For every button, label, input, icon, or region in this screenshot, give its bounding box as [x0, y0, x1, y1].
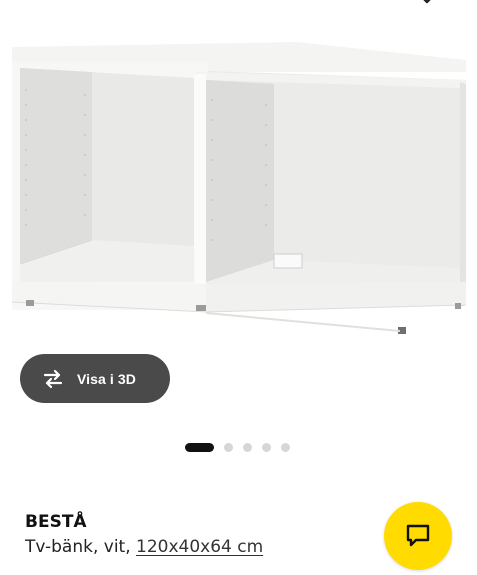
- carousel-dot[interactable]: [243, 442, 252, 452]
- carousel-dot[interactable]: [281, 442, 290, 452]
- carousel-dot-active[interactable]: [185, 442, 214, 452]
- chevron-down-icon[interactable]: [416, 0, 438, 8]
- chat-bubble-icon: [406, 524, 430, 547]
- carousel-dot[interactable]: [262, 442, 271, 452]
- product-description-text: Tv-bänk, vit,: [25, 537, 137, 557]
- image-carousel-dots: [185, 441, 300, 453]
- product-name: BESTÅ: [25, 512, 87, 532]
- view-in-3d-button[interactable]: Visa i 3D: [20, 354, 170, 403]
- chat-button[interactable]: [384, 502, 452, 570]
- product-description: Tv-bänk, vit, 120x40x64 cm: [25, 537, 263, 557]
- product-size-link[interactable]: 120x40x64 cm: [136, 537, 263, 557]
- view-in-3d-label: Visa i 3D: [77, 370, 137, 387]
- carousel-dot[interactable]: [224, 442, 233, 452]
- product-image: [0, 20, 477, 350]
- rotate-3d-icon: [43, 369, 63, 388]
